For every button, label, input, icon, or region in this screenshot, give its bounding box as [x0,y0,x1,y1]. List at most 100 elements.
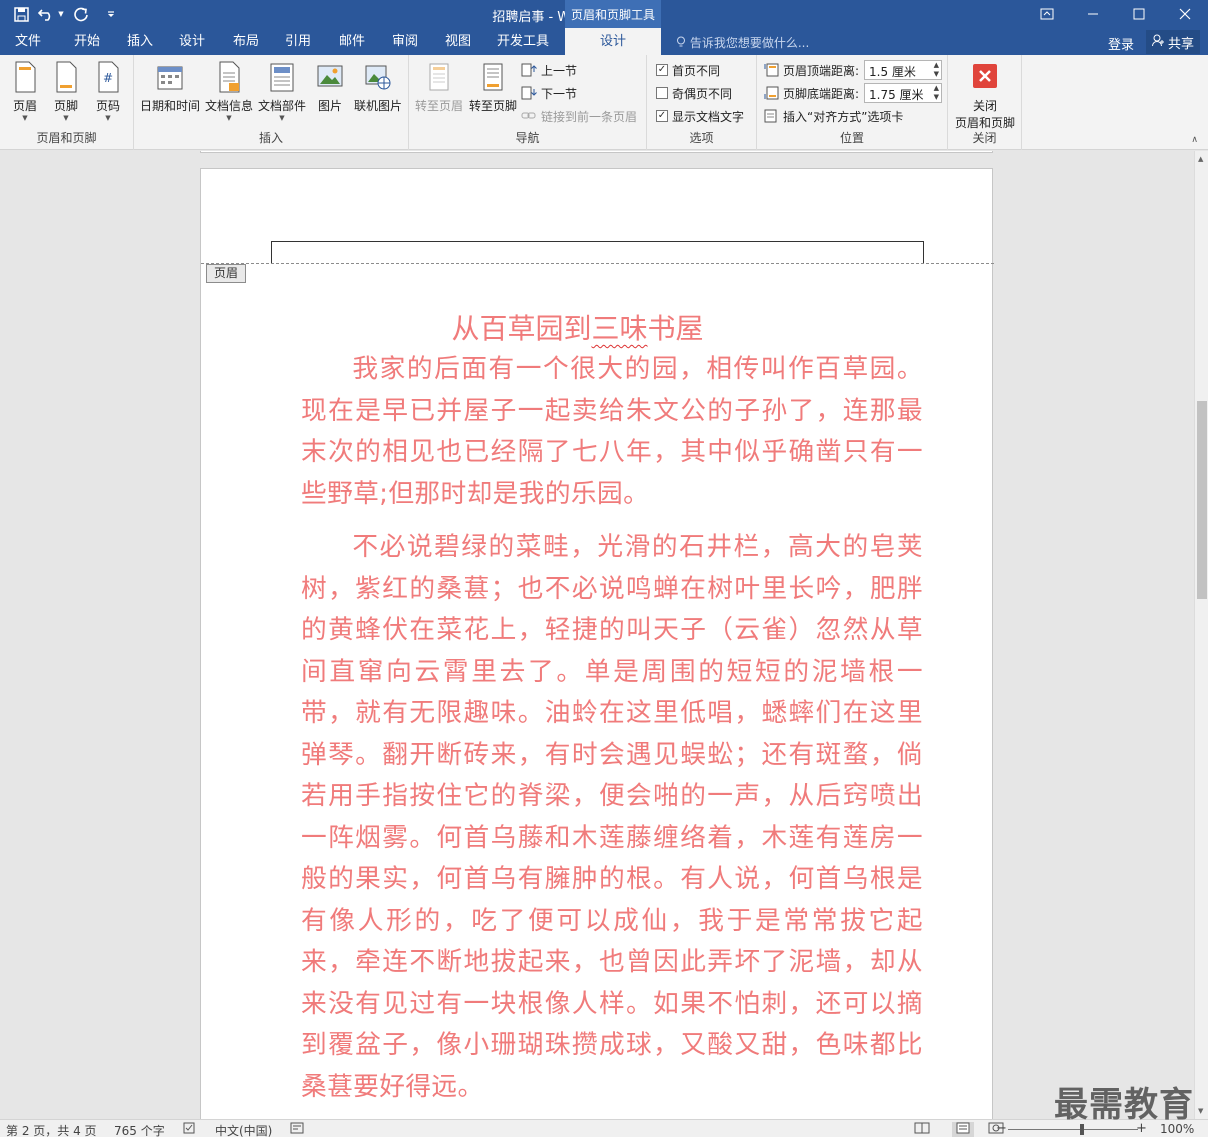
goto-header-icon [429,63,449,91]
vertical-scrollbar[interactable]: ▲ ▼ [1194,151,1208,1119]
minimize-icon[interactable] [1070,0,1116,28]
tab-view[interactable]: 视图 [432,28,484,55]
page-number-label: 页码 [95,99,120,113]
zoom-slider-track[interactable] [1008,1129,1138,1130]
document-page[interactable]: 页眉 从百草园到三味书屋 我家的后面有一个很大的园，相传叫作百草园。现在是早已并… [200,168,994,1119]
group-label-options: 选项 [689,131,714,145]
page-number-icon: # [98,61,119,93]
tab-references[interactable]: 引用 [272,28,324,55]
checkbox-checked-icon: ✓ [656,64,668,76]
restore-ribbon-icon[interactable] [1024,0,1070,28]
tab-mailings[interactable]: 邮件 [326,28,378,55]
scroll-down-icon[interactable]: ▼ [1198,1107,1203,1115]
tab-developer[interactable]: 开发工具 [486,28,560,55]
page-count[interactable]: 第 2 页，共 4 页 [6,1122,97,1137]
online-picture-button[interactable]: 联机图片 [352,61,404,123]
different-first-page-checkbox[interactable]: ✓ 首页不同 [656,60,720,80]
window-controls [1024,0,1208,28]
tab-layout[interactable]: 布局 [220,28,272,55]
macro-record-icon[interactable] [290,1122,304,1137]
collapse-ribbon-icon[interactable]: ∧ [1191,135,1198,145]
goto-footer-label: 转至页脚 [468,99,517,113]
next-section-button[interactable]: 下一节 [521,83,577,103]
show-document-text-checkbox[interactable]: ✓ 显示文档文字 [656,106,744,126]
document-heading[interactable]: 从百草园到三味书屋 [301,307,854,347]
close-icon[interactable] [1162,0,1208,28]
save-icon[interactable] [8,3,34,25]
tell-me-box[interactable]: 告诉我您想要做什么... [676,34,809,51]
paragraph-2[interactable]: 不必说碧绿的菜畦，光滑的石井栏，高大的皂荚树，紫红的桑葚；也不必说鸣蝉在树叶里长… [301,527,923,1108]
group-options: ✓ 首页不同 奇偶页不同 ✓ 显示文档文字 选项 [647,55,757,150]
proofing-icon[interactable] [183,1122,197,1137]
sign-in-link[interactable]: 登录 [1108,34,1134,53]
header-top-distance-value: 1.5 厘米 [869,65,916,79]
page-number-button[interactable]: # 页码 ▼ [85,61,131,123]
person-icon [1151,34,1165,51]
online-picture-icon [365,65,391,90]
word-count[interactable]: 765 个字 [114,1122,165,1137]
link-to-previous-button[interactable]: 链接到前一条页眉 [521,106,637,126]
header-tag: 页眉 [206,264,246,283]
group-close: 关闭 页眉和页脚 关闭 [948,55,1022,150]
date-time-button[interactable]: 日期和时间 [138,61,202,123]
maximize-icon[interactable] [1116,0,1162,28]
zoom-out-button[interactable]: − [996,1121,1007,1136]
tab-review[interactable]: 审阅 [379,28,431,55]
header-boundary-dashed [201,263,994,264]
footer-distance-icon [764,86,779,100]
document-info-icon [219,61,240,93]
chevron-down-icon: ▼ [63,114,69,122]
tab-design[interactable]: 设计 [166,28,218,55]
goto-header-button[interactable]: 转至页眉 [413,61,465,123]
date-time-label: 日期和时间 [139,99,200,113]
tab-header-footer-design[interactable]: 设计 [565,28,661,55]
share-button[interactable]: 共享 [1146,30,1200,54]
chevron-down-icon: ▼ [22,114,28,122]
redo-icon[interactable] [68,3,94,25]
paragraph-1[interactable]: 我家的后面有一个很大的园，相传叫作百草园。现在是早已并屋子一起卖给朱文公的子孙了… [301,349,923,515]
checkbox-unchecked-icon [656,87,668,99]
checkbox-checked-icon: ✓ [656,110,668,122]
group-label-navigation: 导航 [515,131,540,145]
document-canvas[interactable]: 页眉 从百草园到三味书屋 我家的后面有一个很大的园，相传叫作百草园。现在是早已并… [0,151,1194,1119]
header-button[interactable]: 页眉 ▼ [2,61,48,123]
picture-button[interactable]: 图片 [309,61,351,123]
group-insert: 日期和时间 文档信息 ▼ 文档部件 ▼ 图片 联机图片 插入 [134,55,409,150]
previous-section-button[interactable]: 上一节 [521,60,577,80]
previous-page-bottom [200,151,993,153]
document-parts-label: 文档部件 [257,99,306,113]
lightbulb-icon [676,36,690,50]
different-odd-even-checkbox[interactable]: 奇偶页不同 [656,83,732,103]
group-label-header-footer: 页眉和页脚 [36,131,97,145]
insert-alignment-tab-button[interactable]: 插入“对齐方式”选项卡 [763,106,903,126]
footer-button-label: 页脚 [53,99,78,113]
spinner-arrows-icon[interactable]: ▲ ▼ [934,61,939,79]
language-indicator[interactable]: 中文(中国) [215,1122,272,1137]
header-top-distance-input[interactable]: 1.5 厘米 ▲ ▼ [864,60,942,80]
close-header-footer-button[interactable]: 关闭 页眉和页脚 [950,61,1020,130]
footer-bottom-distance-input[interactable]: 1.75 厘米 ▲ ▼ [864,83,942,103]
online-picture-label: 联机图片 [353,99,402,113]
next-section-icon [521,86,537,100]
footer-page-icon [56,61,77,93]
document-info-button[interactable]: 文档信息 ▼ [204,61,254,123]
tab-insert[interactable]: 插入 [114,28,166,55]
print-layout-icon[interactable] [952,1122,974,1137]
tab-home[interactable]: 开始 [60,28,114,55]
document-parts-button[interactable]: 文档部件 ▼ [256,61,308,123]
goto-footer-button[interactable]: 转至页脚 [467,61,519,123]
read-mode-icon[interactable] [914,1122,930,1137]
chevron-down-icon: ▼ [105,114,111,122]
link-icon [521,112,536,119]
ribbon-tab-bar: 文件 开始 插入 设计 布局 引用 邮件 审阅 视图 开发工具 设计 告诉我您想… [0,28,1208,55]
scroll-up-icon[interactable]: ▲ [1198,155,1203,163]
scrollbar-thumb[interactable] [1197,401,1207,599]
customize-icon[interactable] [98,3,124,25]
alignment-tab-icon [764,109,777,123]
spinner-arrows-icon[interactable]: ▲ ▼ [934,84,939,102]
share-label: 共享 [1167,36,1194,52]
tab-file[interactable]: 文件 [0,28,56,55]
header-top-distance-label-row: 页眉顶端距离: [763,60,859,80]
undo-icon[interactable]: ▼ [38,3,64,25]
footer-button[interactable]: 页脚 ▼ [43,61,89,123]
